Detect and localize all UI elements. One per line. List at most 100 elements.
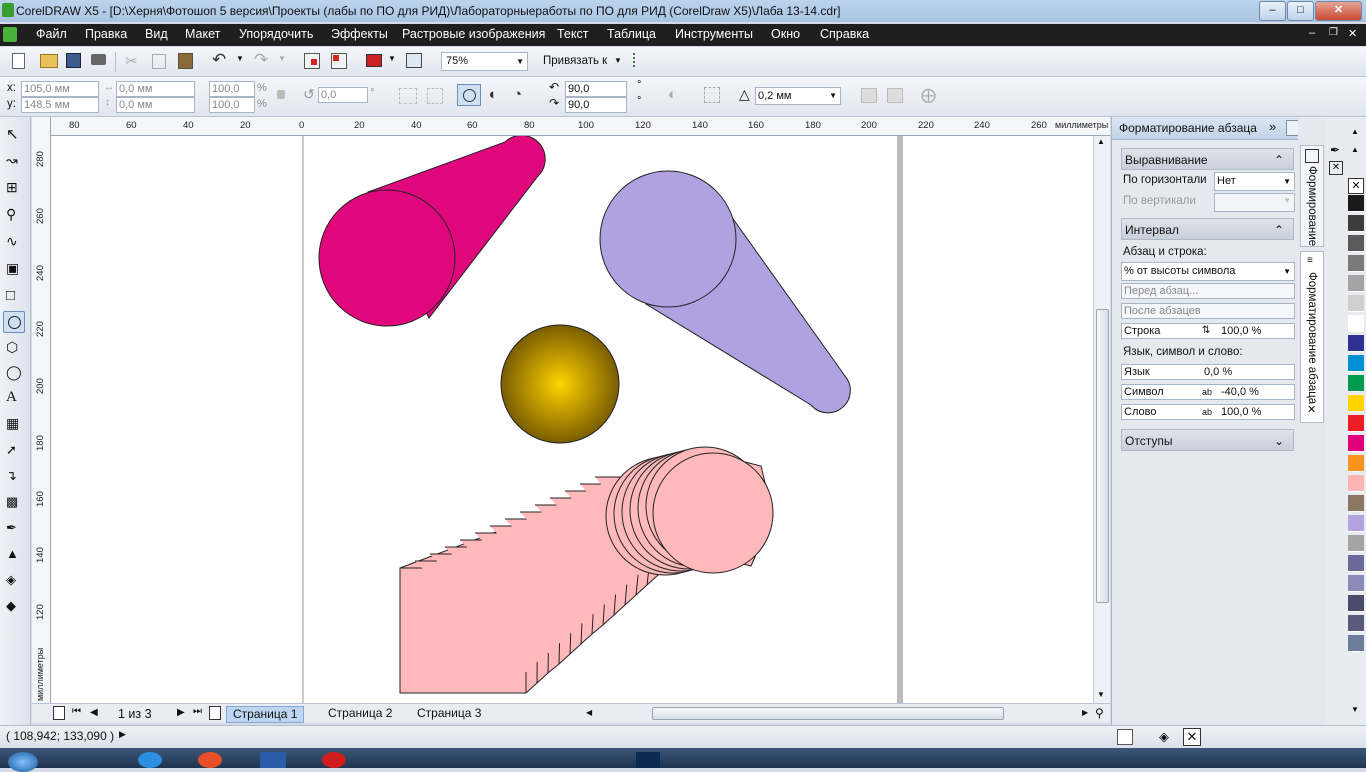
arc-mode-icon[interactable]: ◔: [513, 86, 522, 103]
vertical-align-select[interactable]: ▼: [1214, 193, 1295, 212]
vertical-ruler[interactable]: 280 260 240 220 200 180 160 140 120 милл…: [32, 135, 51, 703]
scroll-right-icon[interactable]: ▶: [1082, 708, 1088, 717]
menu-effects[interactable]: Эффекты: [331, 27, 388, 41]
menu-bitmaps[interactable]: Растровые изображения: [402, 27, 545, 41]
menu-window[interactable]: Окно: [771, 27, 800, 41]
freehand-tool-icon[interactable]: ∿: [6, 233, 24, 251]
crop-tool-icon[interactable]: ⊞: [6, 179, 24, 197]
color-swatch[interactable]: [1348, 275, 1364, 292]
width-field[interactable]: 0,0 мм: [116, 81, 195, 97]
doc-restore-button[interactable]: ❐: [1329, 27, 1338, 38]
color-swatch[interactable]: [1348, 595, 1364, 612]
no-outline-icon[interactable]: ✕: [1329, 161, 1343, 175]
word-spacing-value[interactable]: 100,0 %: [1221, 405, 1261, 419]
color-swatch[interactable]: [1348, 375, 1364, 392]
save-icon[interactable]: [66, 53, 81, 68]
scroll-thumb[interactable]: [1096, 309, 1109, 603]
convert-to-curves-icon[interactable]: ⨁: [921, 86, 936, 104]
polygon-tool-icon[interactable]: ⬡: [6, 339, 24, 357]
color-swatch[interactable]: [1348, 475, 1364, 492]
spacing-unit-select[interactable]: % от высоты символа ▼: [1121, 262, 1295, 281]
before-paragraph-field[interactable]: Перед абзац...: [1121, 283, 1295, 299]
start-button[interactable]: [8, 752, 38, 772]
ruler-origin[interactable]: [32, 117, 51, 135]
section-spacing[interactable]: Интервал ⌃: [1121, 218, 1294, 240]
import-icon[interactable]: [304, 53, 320, 69]
color-swatch[interactable]: [1348, 195, 1364, 212]
zoom-select[interactable]: 75% ▼: [441, 52, 528, 71]
scroll-down-icon[interactable]: ▼: [1097, 690, 1105, 699]
redo-icon[interactable]: ↷: [254, 50, 268, 70]
scale-height-field[interactable]: 100,0: [209, 97, 255, 113]
wrap-text-icon[interactable]: [704, 87, 720, 103]
horizontal-align-select[interactable]: Нет ▼: [1214, 172, 1295, 191]
direction-icon[interactable]: ◐: [668, 86, 677, 103]
mirror-vertical-icon[interactable]: [427, 88, 443, 104]
snap-dropdown-icon[interactable]: ▼: [614, 56, 622, 65]
color-swatch[interactable]: [1348, 575, 1364, 592]
page-tab-2[interactable]: Страница 2: [322, 706, 398, 721]
pick-tool-icon[interactable]: ↖: [6, 125, 24, 143]
color-swatch[interactable]: [1348, 515, 1364, 532]
snap-to-button[interactable]: Привязать к: [543, 55, 607, 67]
eyedropper-icon[interactable]: ✒: [1330, 143, 1340, 157]
color-swatch[interactable]: [1348, 335, 1364, 352]
taskbar-app-icon[interactable]: [260, 752, 286, 768]
eyedropper-tool-icon[interactable]: ✒: [6, 520, 24, 538]
end-angle-field[interactable]: 90,0: [565, 97, 627, 113]
taskbar-app-icon[interactable]: [198, 752, 222, 768]
line-spacing-value[interactable]: 100,0 %: [1221, 324, 1261, 338]
menu-file[interactable]: Файл: [36, 27, 67, 41]
menu-edit[interactable]: Правка: [85, 27, 127, 41]
status-arrow-icon[interactable]: ▶: [119, 729, 126, 740]
color-swatch[interactable]: [1348, 635, 1364, 652]
color-swatch[interactable]: [1348, 215, 1364, 232]
next-page-icon[interactable]: ▶: [177, 707, 185, 718]
insert-page-before-icon[interactable]: [53, 706, 65, 720]
after-paragraph-field[interactable]: После абзацев: [1121, 303, 1295, 319]
open-icon[interactable]: [40, 54, 58, 68]
taskbar-app-icon[interactable]: [322, 752, 346, 768]
section-alignment[interactable]: Выравнивание ⌃: [1121, 148, 1294, 170]
gold-sphere[interactable]: [500, 324, 620, 444]
smart-fill-tool-icon[interactable]: ▣: [6, 260, 24, 278]
rotation-field[interactable]: 0,0: [318, 87, 368, 103]
color-swatch[interactable]: [1348, 295, 1364, 312]
mirror-horizontal-icon[interactable]: [399, 88, 417, 104]
welcome-screen-icon[interactable]: [406, 53, 422, 68]
zoom-tool-icon[interactable]: ⚲: [6, 206, 24, 224]
connector-tool-icon[interactable]: ↴: [6, 468, 24, 486]
shaping-tab[interactable]: Формирование: [1300, 145, 1324, 247]
color-swatch[interactable]: [1348, 415, 1364, 432]
page-tab-3[interactable]: Страница 3: [411, 706, 487, 721]
menu-text[interactable]: Текст: [557, 27, 588, 41]
color-swatch[interactable]: [1348, 235, 1364, 252]
height-field[interactable]: 0,0 мм: [116, 97, 195, 113]
to-front-icon[interactable]: [861, 88, 877, 103]
docker-tab-close-icon[interactable]: ✕: [1307, 403, 1316, 416]
navigator-icon[interactable]: ⚲: [1095, 706, 1104, 720]
color-swatch[interactable]: [1348, 615, 1364, 632]
document-info-icon[interactable]: [1117, 729, 1133, 745]
color-swatch[interactable]: [1348, 435, 1364, 452]
menu-arrange[interactable]: Упорядочить: [239, 27, 313, 41]
lock-ratio-icon[interactable]: [277, 90, 285, 99]
color-swatch[interactable]: [1348, 315, 1364, 332]
paste-icon[interactable]: [178, 53, 193, 69]
maximize-button[interactable]: □: [1287, 1, 1314, 21]
color-swatch[interactable]: [1348, 455, 1364, 472]
no-fill-swatch[interactable]: ✕: [1348, 178, 1364, 194]
menu-tools[interactable]: Инструменты: [675, 27, 753, 41]
scroll-up-icon[interactable]: ▲: [1097, 137, 1105, 146]
menu-view[interactable]: Вид: [145, 27, 168, 41]
page-tab-1[interactable]: Страница 1: [226, 706, 305, 723]
app-launcher-icon[interactable]: [366, 54, 382, 67]
minimize-button[interactable]: –: [1259, 1, 1286, 21]
char-spacing-value[interactable]: -40,0 %: [1221, 385, 1259, 399]
pink-blend-shape[interactable]: [399, 446, 774, 694]
color-swatch[interactable]: [1348, 555, 1364, 572]
color-swatch[interactable]: [1348, 495, 1364, 512]
table-tool-icon[interactable]: ▦: [6, 415, 24, 433]
print-icon[interactable]: [91, 54, 106, 65]
taskbar-app-icon[interactable]: [138, 752, 162, 768]
